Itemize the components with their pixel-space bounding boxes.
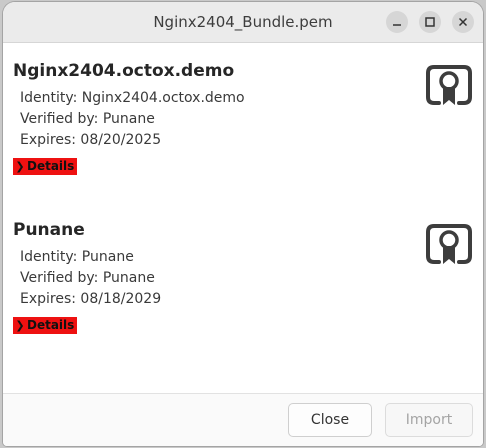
certificate-identity: Identity: Nginx2404.octox.demo [20, 90, 245, 106]
minimize-icon [393, 24, 401, 26]
title-bar[interactable]: Nginx2404_Bundle.pem [3, 2, 483, 43]
chevron-right-icon: ❯ [15, 319, 25, 332]
import-button[interactable]: Import [385, 403, 473, 437]
window-title: Nginx2404_Bundle.pem [153, 13, 333, 31]
certificate-identity: Identity: Punane [20, 249, 134, 265]
close-window-button[interactable] [452, 11, 474, 33]
certificate-icon [426, 224, 472, 264]
details-label: Details [27, 318, 75, 332]
close-button[interactable]: Close [288, 403, 372, 437]
maximize-button[interactable] [419, 11, 441, 33]
details-label: Details [27, 159, 75, 173]
close-icon [458, 17, 468, 27]
certificate-expires: Expires: 08/20/2025 [20, 132, 162, 148]
minimize-button[interactable] [386, 11, 408, 33]
chevron-right-icon: ❯ [15, 160, 25, 173]
certificate-expires: Expires: 08/18/2029 [20, 291, 162, 307]
dialog-footer: Close Import [3, 393, 483, 446]
details-expander[interactable]: ❯ Details [13, 158, 77, 175]
certificate-verified-by: Verified by: Punane [20, 270, 155, 286]
details-expander[interactable]: ❯ Details [13, 317, 77, 334]
certificate-name: Punane [13, 220, 85, 240]
certificate-name: Nginx2404.octox.demo [13, 61, 235, 81]
certificate-icon [426, 65, 472, 105]
certificate-verified-by: Verified by: Punane [20, 111, 155, 127]
maximize-icon [425, 17, 435, 27]
certificate-viewer-window: Nginx2404_Bundle.pem Nginx2404.octox.dem… [3, 2, 483, 446]
